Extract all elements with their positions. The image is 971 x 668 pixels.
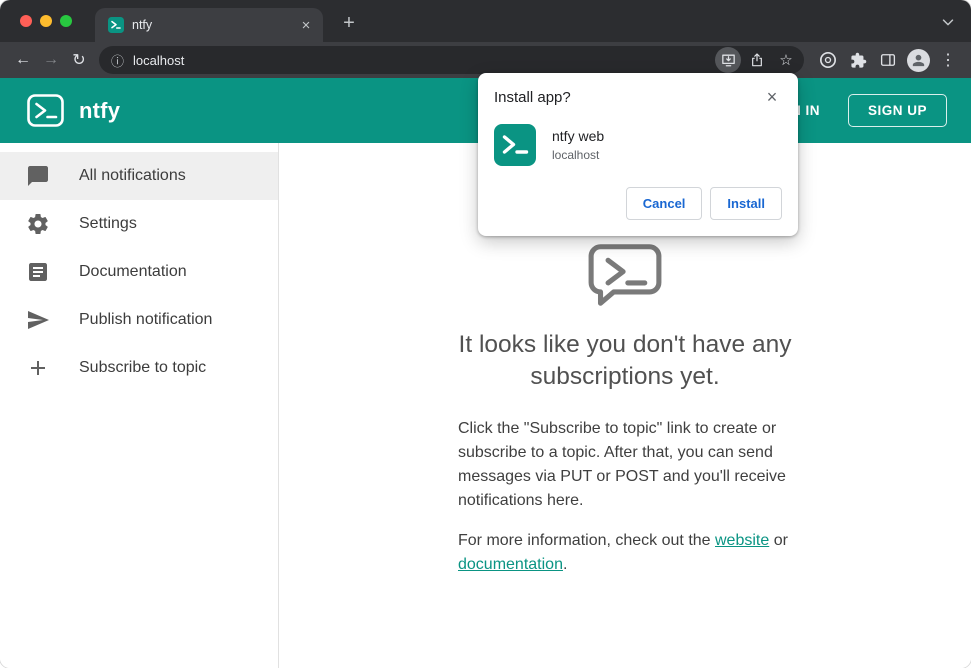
install-dialog-header: Install app? × [494,87,782,107]
sidebar-item-publish-notification[interactable]: Publish notification [0,296,278,344]
documentation-link[interactable]: documentation [458,556,563,573]
install-dialog-app-name: ntfy web [552,128,605,144]
install-app-icon[interactable] [715,47,741,73]
extensions-puzzle-icon[interactable] [844,46,872,74]
ntfy-app-icon [494,124,536,166]
install-dialog-title: Install app? [494,89,571,106]
tab-favicon-ntfy-icon [108,17,124,33]
sidebar: All notifications Settings Documentation… [0,143,279,668]
window-zoom-button[interactable] [60,15,72,27]
install-dialog-app-info: ntfy web localhost [552,128,604,162]
window-close-button[interactable] [20,15,32,27]
sidebar-item-label: Settings [79,215,137,232]
cancel-button[interactable]: Cancel [625,187,703,220]
url-text: localhost [133,52,185,68]
traffic-lights [20,15,72,27]
reload-icon[interactable]: ↻ [65,46,93,74]
bookmark-star-icon[interactable]: ☆ [773,47,799,73]
sidebar-item-label: Subscribe to topic [79,359,207,376]
empty-state-heading: It looks like you don't have any subscri… [458,331,792,391]
install-dialog-origin: localhost [552,148,600,162]
sidebar-item-label: All notifications [79,167,186,184]
plus-icon [26,356,50,380]
back-icon[interactable]: ← [9,46,37,74]
profile-avatar[interactable] [904,46,932,74]
empty-state-description: Click the "Subscribe to topic" link to c… [458,419,786,509]
address-bar[interactable]: ⓘ localhost ☆ [99,46,804,74]
tab-search-chevron-icon[interactable] [939,13,957,31]
sidebar-item-subscribe-to-topic[interactable]: Subscribe to topic [0,344,278,392]
password-manager-icon[interactable] [814,46,842,74]
gear-icon [26,212,50,236]
website-link[interactable]: website [715,532,769,549]
forward-icon[interactable]: → [37,46,65,74]
avatar-person-icon [906,48,930,72]
install-dialog-actions: Cancel Install [494,187,782,220]
window-minimize-button[interactable] [40,15,52,27]
share-icon[interactable] [744,47,770,73]
sidebar-item-label: Publish notification [79,311,213,328]
sidebar-item-label: Documentation [79,263,187,280]
browser-menu-icon[interactable]: ⋮ [934,46,962,74]
dialog-close-icon[interactable]: × [762,87,782,107]
sidebar-item-all-notifications[interactable]: All notifications [0,152,278,200]
ntfy-bubble-terminal-icon [587,243,663,307]
sign-up-button[interactable]: SIGN UP [847,94,947,127]
install-dialog-app-row: ntfy web localhost [494,124,782,166]
tab-close-icon[interactable]: × [297,16,315,34]
new-tab-button[interactable]: + [337,11,361,35]
ntfy-logo-icon [27,94,64,127]
install-button[interactable]: Install [710,187,782,220]
sidebar-item-settings[interactable]: Settings [0,200,278,248]
install-app-dialog: Install app? × ntfy web localhost Cancel… [478,73,798,236]
chat-icon [26,164,50,188]
browser-tab[interactable]: ntfy × [95,8,323,42]
sidebar-item-documentation[interactable]: Documentation [0,248,278,296]
send-icon [26,308,50,332]
empty-state: It looks like you don't have any subscri… [385,243,865,668]
more-info-suffix: . [562,555,568,573]
tab-title: ntfy [132,18,153,32]
more-info-prefix: For more information, check out the [458,531,715,549]
titlebar: ntfy × + [0,0,971,42]
browser-window: ntfy × + ← → ↻ ⓘ localhost ☆ ⋮ ntfy IN S… [0,0,971,668]
more-info-middle: or [769,531,788,549]
more-info-paragraph: For more information, check out the webs… [458,529,792,577]
site-info-icon[interactable]: ⓘ [111,51,124,70]
article-icon [26,260,50,284]
app-title: ntfy [79,97,121,123]
side-panel-icon[interactable] [874,46,902,74]
